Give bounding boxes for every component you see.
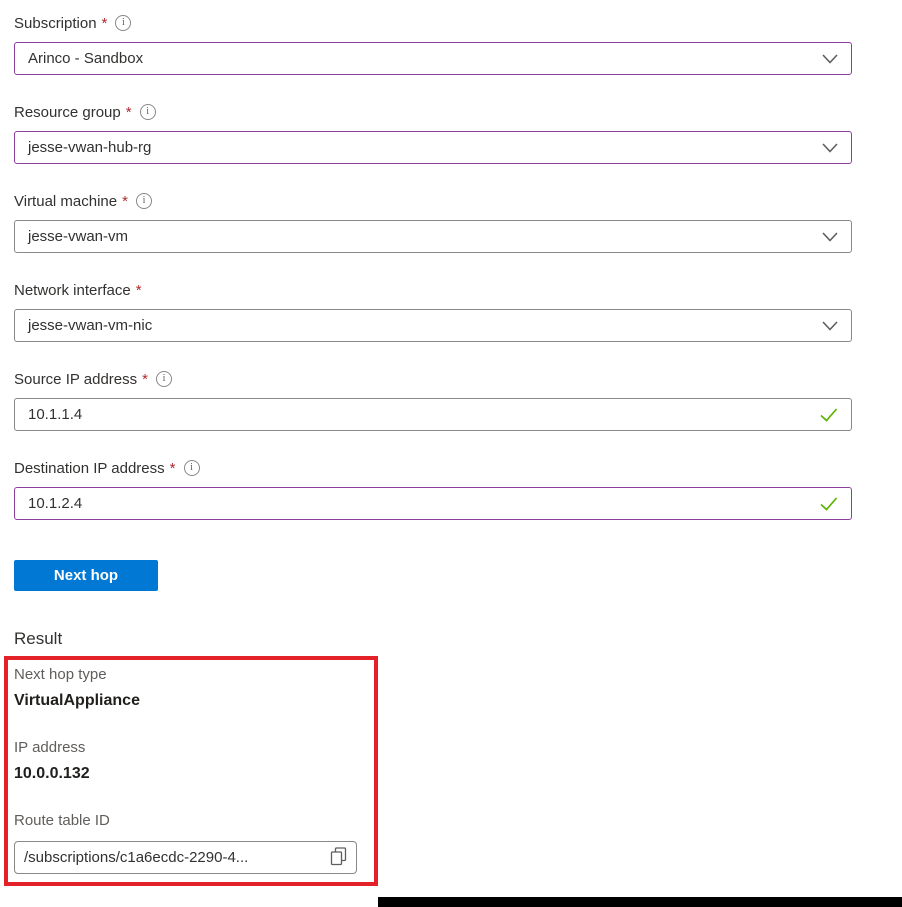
network-interface-dropdown[interactable]: jesse-vwan-vm-nic xyxy=(14,309,852,342)
source-ip-value: 10.1.1.4 xyxy=(28,406,82,423)
field-subscription: Subscription * i Arinco - Sandbox xyxy=(14,13,852,75)
destination-ip-value: 10.1.2.4 xyxy=(28,495,82,512)
result-route-table: Route table ID /subscriptions/c1a6ecdc-2… xyxy=(14,811,368,874)
copy-button[interactable] xyxy=(330,847,347,869)
ip-address-value: 10.0.0.132 xyxy=(14,763,368,784)
result-box-highlight: Next hop type VirtualAppliance IP addres… xyxy=(4,656,378,886)
info-icon[interactable]: i xyxy=(140,104,156,120)
virtual-machine-value: jesse-vwan-vm xyxy=(28,228,128,245)
chevron-down-icon xyxy=(822,143,838,153)
chevron-down-icon xyxy=(822,54,838,64)
resource-group-value: jesse-vwan-hub-rg xyxy=(28,139,151,156)
required-asterisk: * xyxy=(142,371,148,388)
result-ip-address: IP address 10.0.0.132 xyxy=(14,738,368,784)
bottom-black-bar xyxy=(378,897,902,907)
info-icon[interactable]: i xyxy=(136,193,152,209)
destination-ip-input[interactable]: 10.1.2.4 xyxy=(14,487,852,520)
source-ip-label: Source IP address xyxy=(14,371,137,388)
next-hop-type-label: Next hop type xyxy=(14,665,368,685)
required-asterisk: * xyxy=(126,104,132,121)
chevron-down-icon xyxy=(822,232,838,242)
field-source-ip: Source IP address * i 10.1.1.4 xyxy=(14,369,852,431)
next-hop-button[interactable]: Next hop xyxy=(14,560,158,591)
required-asterisk: * xyxy=(102,15,108,32)
network-interface-label: Network interface xyxy=(14,282,131,299)
route-table-id-value: /subscriptions/c1a6ecdc-2290-4... xyxy=(24,849,248,866)
subscription-dropdown[interactable]: Arinco - Sandbox xyxy=(14,42,852,75)
virtual-machine-dropdown[interactable]: jesse-vwan-vm xyxy=(14,220,852,253)
subscription-label: Subscription xyxy=(14,15,97,32)
result-next-hop-type: Next hop type VirtualAppliance xyxy=(14,665,368,711)
destination-ip-label: Destination IP address xyxy=(14,460,165,477)
chevron-down-icon xyxy=(822,321,838,331)
route-table-id-field[interactable]: /subscriptions/c1a6ecdc-2290-4... xyxy=(14,841,357,874)
route-table-id-label: Route table ID xyxy=(14,811,368,831)
subscription-value: Arinco - Sandbox xyxy=(28,50,143,67)
next-hop-pane: Subscription * i Arinco - Sandbox Resour… xyxy=(0,0,902,907)
checkmark-icon xyxy=(820,497,838,511)
field-network-interface: Network interface * jesse-vwan-vm-nic xyxy=(14,280,852,342)
required-asterisk: * xyxy=(136,282,142,299)
next-hop-type-value: VirtualAppliance xyxy=(14,690,368,711)
result-heading: Result xyxy=(14,629,902,649)
checkmark-icon xyxy=(820,408,838,422)
info-icon[interactable]: i xyxy=(184,460,200,476)
source-ip-input[interactable]: 10.1.1.4 xyxy=(14,398,852,431)
network-interface-value: jesse-vwan-vm-nic xyxy=(28,317,152,334)
ip-address-label: IP address xyxy=(14,738,368,758)
required-asterisk: * xyxy=(170,460,176,477)
resource-group-label: Resource group xyxy=(14,104,121,121)
resource-group-dropdown[interactable]: jesse-vwan-hub-rg xyxy=(14,131,852,164)
field-virtual-machine: Virtual machine * i jesse-vwan-vm xyxy=(14,191,852,253)
info-icon[interactable]: i xyxy=(156,371,172,387)
field-destination-ip: Destination IP address * i 10.1.2.4 xyxy=(14,458,852,520)
required-asterisk: * xyxy=(122,193,128,210)
copy-icon xyxy=(330,847,347,869)
field-resource-group: Resource group * i jesse-vwan-hub-rg xyxy=(14,102,852,164)
info-icon[interactable]: i xyxy=(115,15,131,31)
virtual-machine-label: Virtual machine xyxy=(14,193,117,210)
